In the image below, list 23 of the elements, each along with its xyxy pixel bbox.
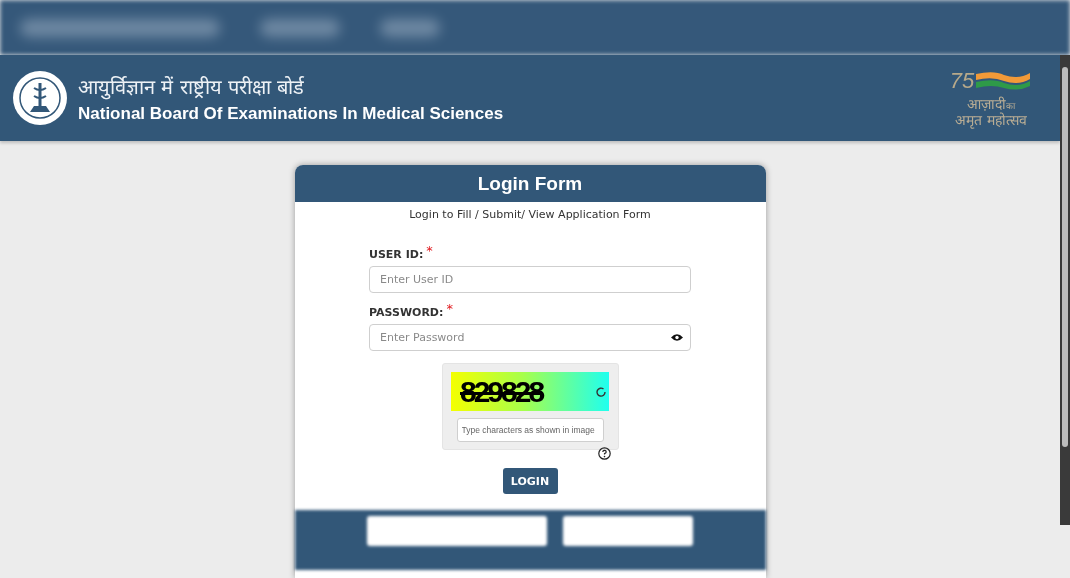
field-label: PASSWORD: — [369, 306, 444, 319]
user-id-field[interactable]: Enter User ID — [369, 266, 691, 293]
emblem-number: 75 — [949, 67, 975, 94]
flag-icon — [974, 69, 1033, 92]
captcha-code: 829828 — [460, 374, 543, 409]
captcha-field[interactable]: Type characters as shown in image — [456, 418, 604, 442]
board-name-hindi: आयुर्विज्ञान में राष्ट्रीय परीक्षा बोर्ड — [78, 73, 306, 100]
emblem-small-text: का — [1006, 100, 1015, 111]
required-mark: * — [446, 301, 453, 316]
board-name: National Board Of Examinations In Medical Sciences — [78, 103, 504, 124]
login-button[interactable]: LOGIN — [502, 468, 558, 494]
password-field[interactable]: Enter Password — [369, 324, 691, 351]
emblem-text: आज़ादी — [967, 95, 1006, 112]
scrollbar[interactable] — [1060, 55, 1070, 525]
refresh-icon[interactable] — [595, 385, 607, 398]
emblem-text: अमृत महोत्सव — [955, 112, 1027, 129]
eye-icon[interactable] — [671, 333, 683, 342]
form-title: Login Form — [294, 165, 766, 202]
help-icon[interactable] — [597, 447, 611, 460]
required-mark: * — [426, 243, 433, 258]
field-label: USER ID: — [369, 248, 424, 261]
seal-logo-icon — [12, 70, 68, 126]
form-subtitle: Login to Fill / Submit/ View Application Form — [409, 208, 651, 221]
